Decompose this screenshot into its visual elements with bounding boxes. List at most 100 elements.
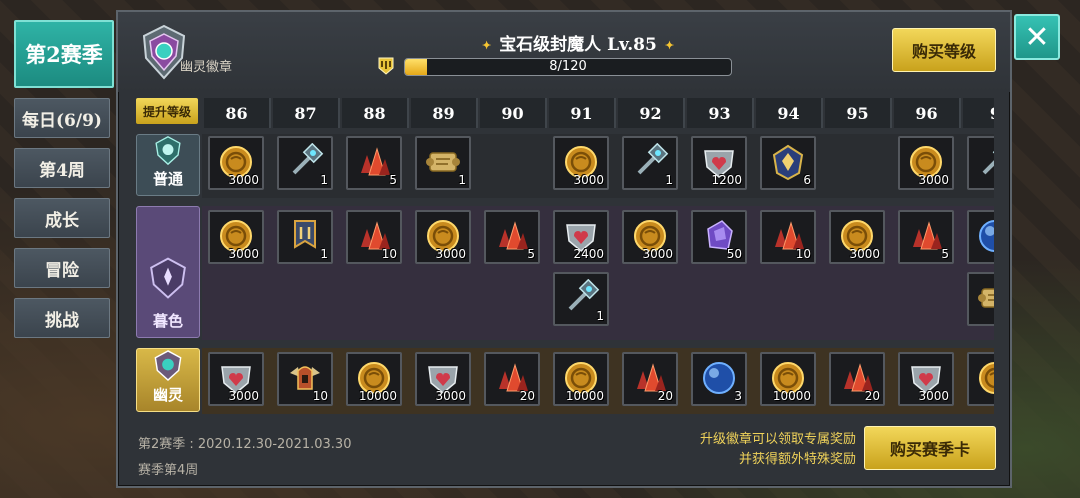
item-quantity: 3000 [435, 389, 466, 403]
normal-reward-item[interactable]: 1 [277, 136, 333, 190]
ghost-reward-item[interactable]: 20 [829, 352, 885, 406]
row-label-ghost: 幽灵 [136, 348, 200, 412]
row-label-text: 暮色 [152, 312, 183, 330]
dusk-reward-item[interactable]: 1 [553, 272, 609, 326]
ghost-reward-item[interactable]: 3000 [208, 352, 264, 406]
item-quantity: 10000 [358, 389, 397, 403]
item-quantity: 3 [734, 389, 742, 403]
level-header: 95 [825, 98, 892, 128]
level-header: 96 [894, 98, 961, 128]
item-quantity: 5 [389, 173, 397, 187]
tab-week[interactable]: 第4周 [14, 148, 110, 188]
ghost-badge-icon [154, 350, 182, 382]
season-week: 赛季第4周 [138, 463, 199, 478]
scroll-icon [978, 288, 994, 308]
ghost-reward-item[interactable]: 10000 [553, 352, 609, 406]
item-quantity: 3000 [918, 389, 949, 403]
level-header: 91 [549, 98, 616, 128]
item-quantity: 1 [458, 173, 466, 187]
ghost-reward-item[interactable]: 10 [277, 352, 333, 406]
dusk-reward-item[interactable]: 3000 [622, 210, 678, 264]
normal-reward-item[interactable]: 1 [622, 136, 678, 190]
buy-season-card-button[interactable]: 购买赛季卡 [864, 426, 996, 470]
dusk-reward-item[interactable]: 3000 [415, 210, 471, 264]
dusk-reward-item[interactable]: 50 [691, 210, 747, 264]
tab-season[interactable]: 第2赛季 [14, 20, 114, 88]
normal-reward-item[interactable]: 5 [346, 136, 402, 190]
item-quantity: 6 [803, 173, 811, 187]
tab-daily[interactable]: 每日(6/9) [14, 98, 110, 138]
normal-badge-icon [155, 136, 181, 166]
dusk-reward-item[interactable] [967, 272, 994, 326]
tab-adventure[interactable]: 冒险 [14, 248, 110, 288]
normal-reward-item[interactable]: 3000 [898, 136, 954, 190]
normal-reward-item[interactable]: 1 [415, 136, 471, 190]
item-quantity: 10 [381, 247, 397, 261]
row-label-dusk: 暮色 [136, 206, 200, 338]
dusk-reward-item[interactable]: 3000 [829, 210, 885, 264]
ghost-reward-item[interactable]: 20 [622, 352, 678, 406]
level-header: 92 [618, 98, 685, 128]
crystal-icon [361, 147, 390, 176]
close-icon: ✕ [1024, 19, 1050, 55]
crystal-icon [499, 221, 528, 250]
dusk-reward-item[interactable]: 10 [760, 210, 816, 264]
progress-text: 8/120 [549, 59, 587, 74]
dusk-reward-item[interactable]: 5 [484, 210, 540, 264]
ghost-reward-item[interactable]: 3 [691, 352, 747, 406]
upgrade-level-tag[interactable]: 提升等级 [136, 98, 198, 124]
level-header: 93 [687, 98, 754, 128]
normal-reward-item[interactable]: 3000 [208, 136, 264, 190]
item-quantity: 1 [665, 173, 673, 187]
level-progress-bar: 8/120 [404, 58, 732, 76]
blue-orb-icon [979, 220, 994, 252]
item-quantity: 1200 [711, 173, 742, 187]
item-quantity: 3000 [228, 173, 259, 187]
item-quantity: 10000 [772, 389, 811, 403]
buy-level-button[interactable]: 购买等级 [892, 28, 996, 72]
tab-challenge[interactable]: 挑战 [14, 298, 110, 338]
normal-reward-item[interactable]: 6 [760, 136, 816, 190]
normal-reward-item[interactable]: 3000 [553, 136, 609, 190]
row-label-normal: 普通 [136, 134, 200, 196]
item-quantity: 3000 [228, 389, 259, 403]
dusk-reward-item[interactable]: 3000 [208, 210, 264, 264]
dusk-reward-item[interactable] [967, 210, 994, 264]
dusk-reward-item[interactable]: 2400 [553, 210, 609, 264]
ghost-reward-item[interactable]: 3000 [415, 352, 471, 406]
ghost-reward-item[interactable]: 3000 [898, 352, 954, 406]
rank-title-text: 宝石级封魔人 Lv.85 [499, 35, 657, 55]
ghost-reward-item[interactable]: 10000 [760, 352, 816, 406]
level-header: 94 [756, 98, 823, 128]
item-quantity: 20 [519, 389, 535, 403]
reward-note: 升级徽章可以领取专属奖励 并获得额外特殊奖励 [678, 430, 856, 470]
dusk-reward-item[interactable]: 1 [277, 210, 333, 264]
item-quantity: 3000 [228, 247, 259, 261]
close-button[interactable]: ✕ [1014, 14, 1060, 60]
item-quantity: 10 [312, 389, 328, 403]
blue-orb-icon [703, 362, 735, 394]
reward-note-line1: 升级徽章可以领取专属奖励 [699, 432, 856, 447]
normal-reward-item[interactable] [967, 136, 994, 190]
hammer-icon [982, 143, 994, 175]
ghost-reward-item[interactable]: 20 [484, 352, 540, 406]
ghost-reward-item[interactable]: 10000 [346, 352, 402, 406]
item-quantity: 1 [320, 173, 328, 187]
badge-label: 幽灵徽章 [180, 60, 233, 75]
tab-growth[interactable]: 成长 [14, 198, 110, 238]
item-quantity: 1 [596, 309, 604, 323]
ghost-reward-item[interactable] [967, 352, 994, 406]
mystery-gem-icon [772, 144, 804, 181]
normal-reward-item[interactable]: 1200 [691, 136, 747, 190]
item-quantity: 50 [726, 247, 742, 261]
dusk-badge-icon [150, 257, 186, 299]
reward-grid: 提升等级 普通 暮色 幽灵 86878889909192939495969 300… [134, 96, 994, 428]
item-quantity: 3000 [849, 247, 880, 261]
level-header: 89 [411, 98, 478, 128]
coin-icon [979, 362, 994, 394]
row-label-text: 普通 [152, 170, 183, 188]
hammer-icon [568, 279, 600, 311]
dusk-reward-item[interactable]: 10 [346, 210, 402, 264]
level-header: 9 [963, 98, 994, 128]
dusk-reward-item[interactable]: 5 [898, 210, 954, 264]
